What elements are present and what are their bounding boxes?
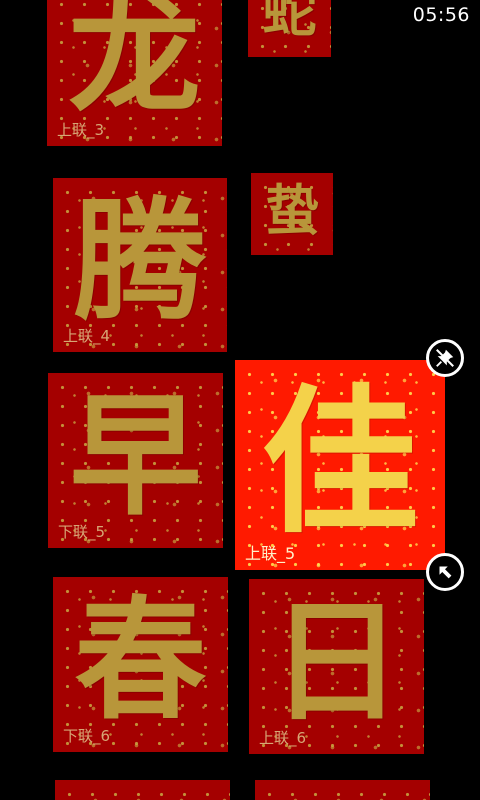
tile-couplet-top-3[interactable]: 龙 上联_3 xyxy=(47,0,222,146)
tile-glyph: 早 xyxy=(69,379,202,534)
tile-glyph: 腾 xyxy=(74,184,206,339)
tile-small-she[interactable]: 蛇 xyxy=(248,0,331,57)
tile-glyph: 佳 xyxy=(261,370,419,555)
tile-partial-right[interactable] xyxy=(255,780,430,800)
tile-label: 上联_5 xyxy=(245,544,296,563)
tile-small-zhe[interactable]: 蛰 xyxy=(251,173,333,255)
tile-label: 上联_4 xyxy=(63,327,111,345)
tile-glyph: 蛰 xyxy=(265,178,319,242)
tile-label: 上联_6 xyxy=(259,729,307,747)
tile-couplet-top-5-selected[interactable]: 佳 上联_5 xyxy=(235,360,445,570)
tile-label: 下联_6 xyxy=(63,727,111,745)
unpin-button[interactable] xyxy=(426,339,464,377)
tile-glyph: 龙 xyxy=(68,0,201,132)
tile-glyph: 春 xyxy=(74,583,207,738)
unpin-icon xyxy=(436,349,454,367)
tile-glyph: 蛇 xyxy=(262,0,317,44)
resize-button[interactable] xyxy=(426,553,464,591)
tile-couplet-bottom-6[interactable]: 春 下联_6 xyxy=(53,577,228,752)
tile-glyph: 日 xyxy=(270,585,403,740)
tile-couplet-bottom-5[interactable]: 早 下联_5 xyxy=(48,373,223,548)
tile-label: 上联_3 xyxy=(57,121,105,139)
tile-couplet-top-4[interactable]: 腾 上联_4 xyxy=(53,178,227,352)
status-time: 05:56 xyxy=(412,4,470,26)
tile-couplet-top-6[interactable]: 日 上联_6 xyxy=(249,579,424,754)
tile-partial-left[interactable] xyxy=(55,780,230,800)
resize-arrow-icon xyxy=(439,566,452,579)
tile-label: 下联_5 xyxy=(58,523,106,541)
